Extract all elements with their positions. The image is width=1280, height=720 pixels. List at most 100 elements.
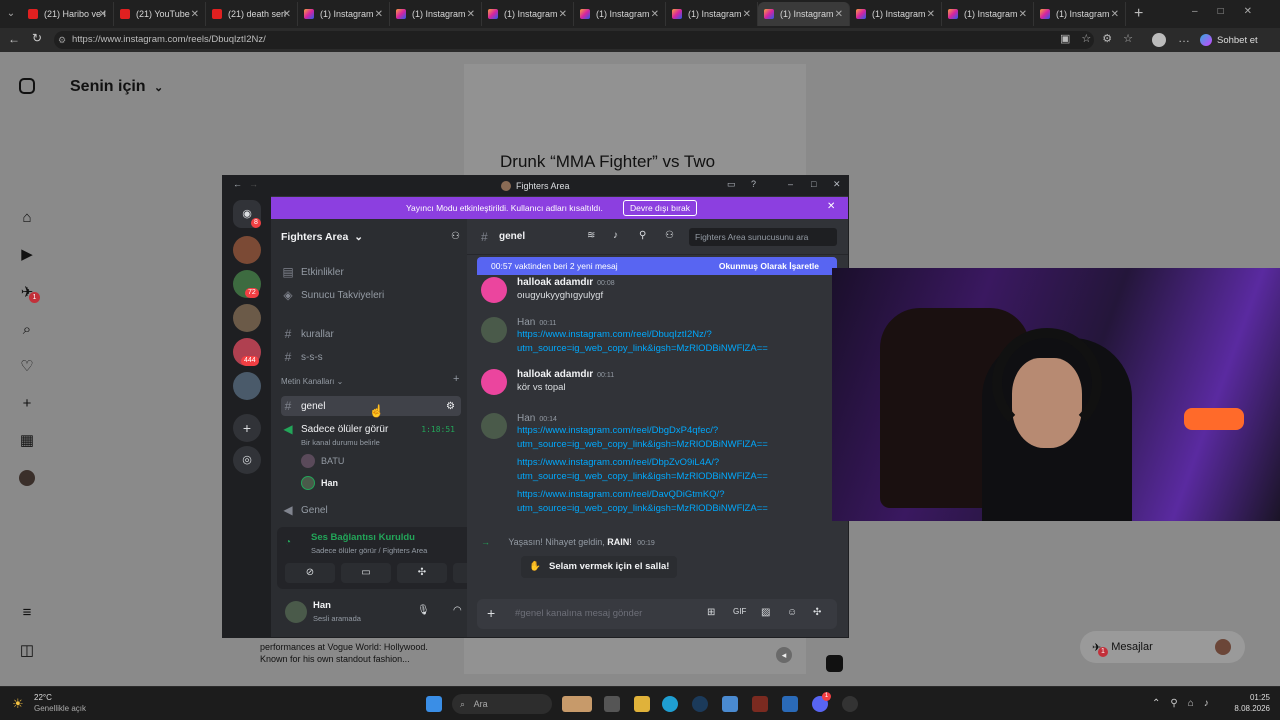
invite-icon[interactable]: ⚇ [451, 231, 460, 242]
gif-icon[interactable]: GIF [733, 607, 746, 616]
close-tab-icon[interactable]: ✕ [559, 9, 567, 20]
browser-tab[interactable]: (21) YouTube ✕ [114, 2, 206, 26]
message-author[interactable]: halloak adamdır 00:08 [517, 277, 615, 288]
close-tab-icon[interactable]: ✕ [283, 9, 291, 20]
threads-icon[interactable]: ≋ [587, 230, 595, 241]
join-user[interactable]: RAIN [607, 537, 629, 547]
events-item[interactable]: ▤ Etkinlikler [281, 262, 461, 282]
voice-user-batu[interactable]: BATU [301, 451, 481, 471]
new-tab-button[interactable]: + [1134, 5, 1143, 23]
taskbar-search[interactable]: ⌕ Ara [452, 694, 552, 714]
camera-off-button[interactable]: ⊘ [285, 563, 335, 583]
create-icon[interactable]: + [18, 395, 36, 413]
task-view-icon[interactable] [604, 696, 620, 712]
message-link[interactable]: utm_source=ig_web_copy_link&igsh=MzRlODB… [517, 343, 768, 354]
back-icon[interactable]: ← [8, 32, 20, 46]
browser-tab[interactable]: (1) Instagram ✕ [942, 2, 1034, 26]
profile-avatar[interactable] [19, 470, 35, 486]
browser-tab[interactable]: (21) Haribo ve I ✕ [22, 2, 114, 26]
server-header[interactable]: Fighters Area ⌄ [281, 231, 363, 243]
store-icon[interactable] [722, 696, 738, 712]
search-icon[interactable]: ⌕ [18, 321, 36, 339]
pin-icon[interactable]: ⚲ [639, 230, 646, 241]
user-avatar[interactable] [481, 317, 507, 343]
close-tab-icon[interactable]: ✕ [467, 9, 475, 20]
apps-icon[interactable]: ✣ [813, 607, 821, 618]
close-tab-icon[interactable]: ✕ [1111, 9, 1119, 20]
maximize-icon[interactable]: □ [811, 179, 816, 189]
browser-tab[interactable]: (1) Instagram ✕ [390, 2, 482, 26]
dashboard-icon[interactable]: ▦ [18, 432, 36, 450]
close-tab-icon[interactable]: ✕ [835, 9, 843, 20]
profile-avatar[interactable] [1152, 33, 1166, 47]
obs-icon[interactable] [842, 696, 858, 712]
instagram-logo-icon[interactable] [19, 78, 35, 94]
vscode-icon[interactable] [782, 696, 798, 712]
voice-connected-label[interactable]: Ses Bağlantısı Kuruldu [311, 532, 415, 543]
edge-icon[interactable] [662, 696, 678, 712]
mark-read-button[interactable]: Okunmuş Olarak İşaretle [719, 257, 819, 275]
message-link[interactable]: https://www.instagram.com/reel/DbgDxP4qf… [517, 425, 718, 436]
close-tab-icon[interactable]: ✕ [927, 9, 935, 20]
more-apps-icon[interactable]: ◫ [18, 642, 36, 660]
channel-kurallar[interactable]: # kurallar [281, 324, 461, 344]
search-input[interactable]: Fighters Area sunucusunu ara [689, 228, 837, 246]
back-arrow-icon[interactable]: ← [233, 179, 242, 189]
message-link[interactable]: https://www.instagram.com/reel/DavQDiGtm… [517, 489, 724, 500]
browser-tab[interactable]: (1) Instagram ✕ [850, 2, 942, 26]
close-tab-icon[interactable]: ✕ [743, 9, 751, 20]
voice-status-hint[interactable]: Bir kanal durumu belirle [301, 438, 380, 447]
browser-tab[interactable]: (1) Instagram ✕ [482, 2, 574, 26]
server-avatar-5[interactable] [233, 372, 261, 400]
browser-tab[interactable]: (1) Instagram ✕ [298, 2, 390, 26]
start-button[interactable] [426, 696, 442, 712]
message-link[interactable]: utm_source=ig_web_copy_link&igsh=MzRlODB… [517, 471, 768, 482]
home-icon[interactable]: ⌂ [18, 209, 36, 227]
close-tab-icon[interactable]: ✕ [375, 9, 383, 20]
upload-icon[interactable]: + [487, 605, 495, 621]
user-avatar[interactable] [481, 277, 507, 303]
headphones-icon[interactable]: ◠ [453, 605, 462, 616]
wave-button[interactable]: ✋ Selam vermek için el salla! [521, 556, 678, 578]
server-avatar-fighters-area[interactable] [233, 304, 261, 332]
user-avatar[interactable] [481, 369, 507, 395]
channel-settings-icon[interactable]: ⚙ [446, 401, 455, 412]
widgets-icon[interactable] [562, 696, 592, 712]
tab-actions-button[interactable]: ⌄ [0, 2, 22, 26]
add-channel-icon[interactable]: + [453, 373, 459, 385]
close-icon[interactable]: ✕ [833, 179, 841, 190]
feed-selector[interactable]: Senin için ⌄ [70, 78, 163, 96]
sticker-picker-icon[interactable]: ▨ [761, 607, 770, 618]
reels-icon[interactable]: ▶ [18, 246, 36, 264]
app-icon[interactable] [752, 696, 768, 712]
emoji-icon[interactable]: ☺ [787, 607, 797, 618]
message-author[interactable]: Han 00:11 [517, 317, 556, 328]
close-tab-icon[interactable]: ✕ [99, 9, 107, 20]
message-link[interactable]: https://www.instagram.com/reel/DbuqIztI2… [517, 329, 712, 340]
url-field[interactable]: ⚙ https://www.instagram.com/reels/Dbuqlz… [54, 31, 1094, 49]
file-explorer-icon[interactable] [634, 696, 650, 712]
boosts-item[interactable]: ◈ Sunucu Takviyeleri [281, 285, 461, 305]
new-messages-bar[interactable]: 00:57 vaktinden beri 2 yeni mesaj Okunmu… [477, 257, 837, 275]
menu-icon[interactable]: ≡ [18, 604, 36, 622]
browser-tab[interactable]: (1) Instagram ✕ [758, 2, 850, 26]
channel-s-s-s[interactable]: # s-s-s [281, 347, 461, 367]
message-author[interactable]: halloak adamdır 00:11 [517, 369, 614, 380]
browser-tab[interactable]: (1) Instagram ✕ [1034, 2, 1126, 26]
mute-icon[interactable]: ◂ [776, 647, 792, 663]
message-link[interactable]: https://www.instagram.com/reel/DbpZvO9iL… [517, 457, 719, 468]
voice-channel[interactable]: ◀ Sadece ölüler görür 1:18:51 [281, 419, 461, 439]
messages-pill[interactable]: ✈ 1 Mesajlar [1080, 631, 1245, 663]
inbox-icon[interactable]: ▭ [727, 179, 736, 190]
help-icon[interactable]: ? [751, 179, 756, 189]
browser-tab[interactable]: (21) death seri ✕ [206, 2, 298, 26]
close-tab-icon[interactable]: ✕ [651, 9, 659, 20]
microphone-icon[interactable]: 🎙︎ [417, 605, 430, 616]
refresh-icon[interactable]: ↻ [32, 31, 42, 45]
screen-share-button[interactable]: ▭ [341, 563, 391, 583]
forward-arrow-icon[interactable]: → [249, 179, 258, 189]
category-text-channels[interactable]: Metin Kanalları ⌄ [281, 377, 343, 386]
members-icon[interactable]: ⚇ [665, 230, 674, 241]
steam-icon[interactable] [692, 696, 708, 712]
close-tab-icon[interactable]: ✕ [191, 9, 199, 20]
